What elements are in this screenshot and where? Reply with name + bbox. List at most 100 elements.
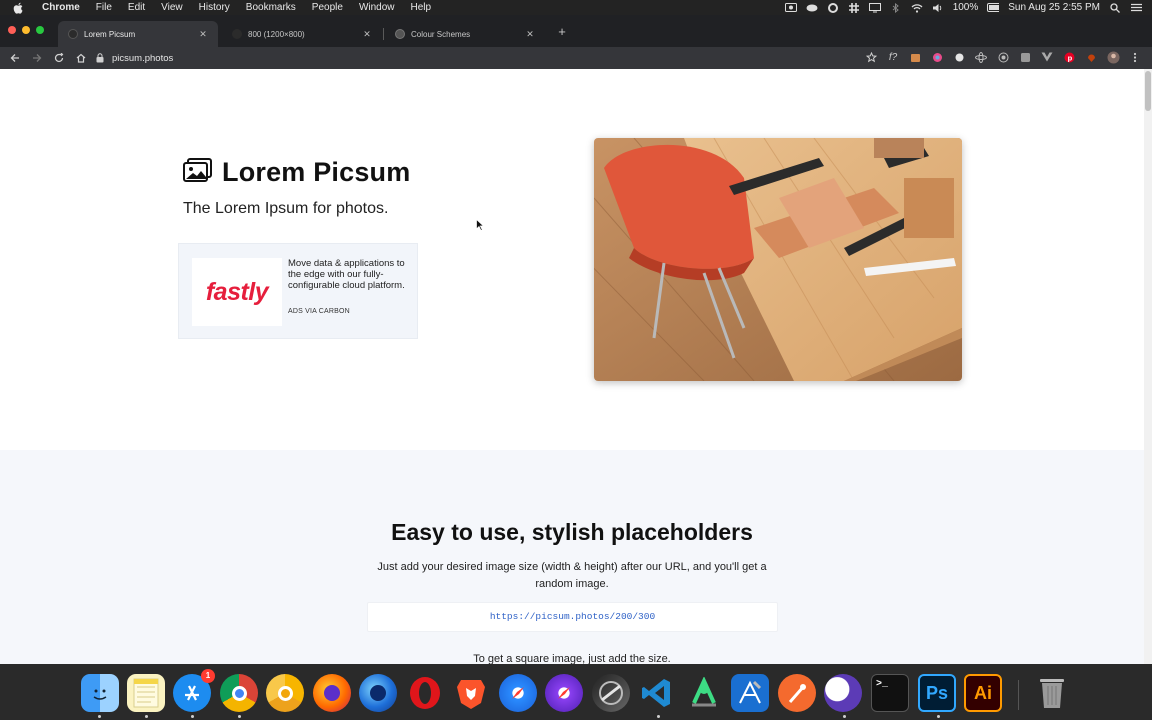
finder-icon[interactable] [81,674,119,712]
hero-title: Lorem Picsum [183,157,410,188]
tab-800-image[interactable]: 800 (1200×800) ✕ [222,21,382,47]
tab-lorem-picsum[interactable]: Lorem Picsum ✕ [58,21,218,47]
colorzilla-icon[interactable] [908,50,922,64]
menu-view[interactable]: View [153,0,191,15]
battery-percent: 100% [952,2,979,13]
minimize-window-button[interactable] [22,26,30,34]
eclipse-icon[interactable] [824,674,862,712]
mouse-cursor-icon [476,219,484,231]
features-section: Easy to use, stylish placeholders Just a… [0,450,1144,664]
function-extension-icon[interactable]: f? [886,50,900,64]
spotlight-search-icon[interactable] [1109,2,1121,13]
section-description: Just add your desired image size (width … [377,561,767,590]
apple-icon[interactable] [12,2,24,14]
svg-text:p: p [1067,53,1072,62]
forward-icon[interactable] [26,49,48,67]
color-picker-icon[interactable] [930,50,944,64]
close-tab-icon[interactable]: ✕ [525,29,535,40]
reload-icon[interactable] [48,49,70,67]
scrollbar-thumb[interactable] [1145,71,1151,111]
screen-record-icon[interactable] [784,3,797,13]
extension-icon[interactable] [1018,50,1032,64]
battery-icon[interactable] [987,3,1000,13]
notification-center-icon[interactable] [1130,3,1142,13]
pinterest-icon[interactable]: p [1062,50,1076,64]
menu-edit[interactable]: Edit [120,0,153,15]
trash-icon[interactable] [1033,674,1071,712]
more-icon[interactable] [1128,50,1142,64]
record-icon[interactable] [952,50,966,64]
globe-favicon-icon [395,29,405,39]
new-tab-button[interactable]: + [555,25,569,39]
slack-icon[interactable] [848,2,860,13]
square-image-text: To get a square image, just add the size… [473,653,671,664]
running-indicator [98,715,101,718]
example-url-code[interactable]: https://picsum.photos/200/300 [367,602,778,632]
final-cut-icon[interactable] [592,674,630,712]
display-icon[interactable] [868,2,881,13]
firefox-developer-edition-icon[interactable] [359,674,397,712]
gear-icon[interactable] [827,2,839,13]
extensions-row: f? p [864,50,1142,64]
clock[interactable]: Sun Aug 25 2:55 PM [1008,2,1100,13]
paw-icon[interactable] [778,674,816,712]
running-indicator [145,715,148,718]
menu-app-name[interactable]: Chrome [34,0,88,15]
bluetooth-icon[interactable] [890,2,902,13]
running-indicator [657,715,660,718]
lock-icon[interactable] [96,53,106,63]
safari-technology-preview-icon[interactable] [545,674,583,712]
bookmark-star-icon[interactable] [864,50,878,64]
carbon-ad[interactable]: fastly Move data & applications to the e… [178,243,418,339]
menu-history[interactable]: History [191,0,238,15]
chrome-icon[interactable] [220,674,258,712]
address-bar[interactable]: picsum.photos [96,49,856,67]
close-window-button[interactable] [8,26,16,34]
volume-icon[interactable] [932,3,944,13]
android-studio-icon[interactable] [685,674,723,712]
ads-via-carbon-link[interactable]: ADS VIA CARBON [288,308,350,315]
page-scrollbar[interactable] [1144,69,1152,664]
app-store-icon[interactable]: 1 [173,669,215,712]
menu-bookmarks[interactable]: Bookmarks [238,0,304,15]
menu-window[interactable]: Window [351,0,403,15]
illustrator-icon[interactable]: Ai [964,674,1002,712]
tab-colour-schemes[interactable]: Colour Schemes ✕ [385,21,545,47]
visual-studio-code-icon[interactable] [638,674,676,712]
close-tab-icon[interactable]: ✕ [198,29,208,40]
xcode-instruments-icon[interactable] [731,674,769,712]
section-heading: Easy to use, stylish placeholders [391,519,753,545]
opera-icon[interactable] [406,674,444,712]
brave-icon[interactable] [452,674,490,712]
menu-help[interactable]: Help [403,0,440,15]
fastly-logo-text: fastly [205,277,269,306]
close-tab-icon[interactable]: ✕ [362,29,372,40]
notification-badge: 1 [201,669,215,683]
hero-photo [594,138,962,381]
menu-people[interactable]: People [304,0,351,15]
vue-devtools-icon[interactable] [1040,50,1054,64]
menu-file[interactable]: File [88,0,120,15]
firefox-icon[interactable] [313,674,351,712]
home-icon[interactable] [70,49,92,67]
notes-icon[interactable] [127,674,165,712]
fastly-logo[interactable]: fastly [192,258,282,326]
browser-toolbar: picsum.photos f? p [0,47,1152,69]
dock: 1 >_ Ps Ai [0,664,1152,720]
chrome-canary-icon[interactable] [266,674,304,712]
extension-icon[interactable] [1084,50,1098,64]
react-devtools-icon[interactable] [974,50,988,64]
safari-icon[interactable] [499,674,537,712]
back-icon[interactable] [4,49,26,67]
profile-avatar[interactable] [1106,50,1120,64]
photoshop-icon[interactable]: Ps [918,674,956,712]
wifi-icon[interactable] [911,3,923,13]
tab-title: 800 (1200×800) [248,29,305,39]
target-icon[interactable] [996,50,1010,64]
creative-cloud-icon[interactable] [806,3,818,13]
zoom-window-button[interactable] [36,26,44,34]
url-text: picsum.photos [112,52,174,64]
terminal-icon[interactable]: >_ [871,674,909,712]
ad-text[interactable]: Move data & applications to the edge wit… [288,258,410,291]
page-viewport: Lorem Picsum The Lorem Ipsum for photos.… [0,69,1144,664]
